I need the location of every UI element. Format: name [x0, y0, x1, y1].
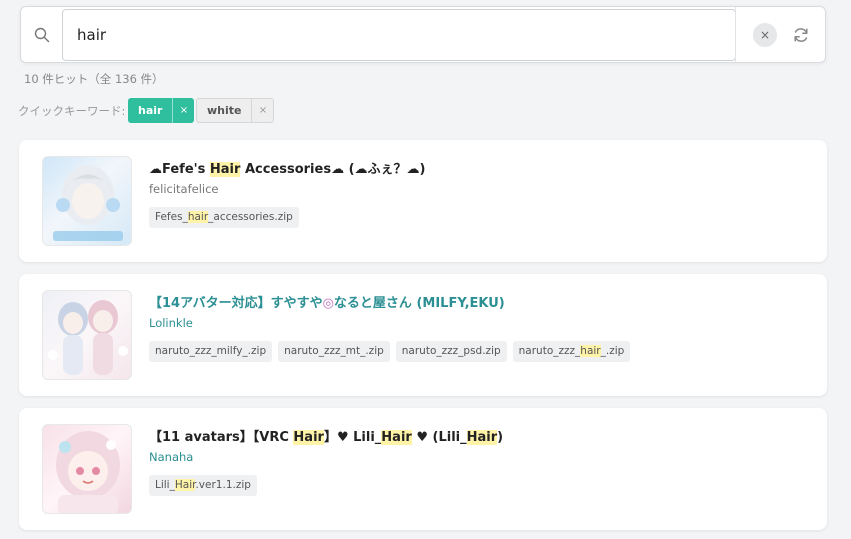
remove-tag-icon[interactable]: × [251, 99, 273, 122]
result-author[interactable]: felicitafelice [149, 182, 219, 196]
title-text: ♥ (Lili_ [411, 430, 467, 445]
result-title[interactable]: ☁Fefe's Hair Accessories☁ (☁ふぇ？☁) [149, 158, 425, 177]
file-chip[interactable]: Fefes_hair_accessories.zip [149, 207, 299, 228]
file-chip[interactable]: naruto_zzz_mt_.zip [278, 341, 390, 362]
file-chip[interactable]: naruto_zzz_milfy_.zip [149, 341, 273, 362]
file-text: Fefes_ [155, 211, 188, 223]
title-highlight: Hair [466, 430, 498, 445]
close-icon: × [759, 28, 771, 42]
refresh-icon [794, 28, 808, 42]
file-text: naruto_zzz_psd.zip [401, 345, 501, 357]
keyword-tag-white[interactable]: white × [196, 98, 275, 123]
title-text: Accessories☁ (☁ふぇ？☁) [240, 162, 426, 177]
title-highlight: Hair [209, 162, 241, 177]
keyword-tag-label: white [207, 104, 242, 117]
keyword-tag-label: hair [138, 104, 163, 117]
title-text: ☁Fefe's [149, 162, 210, 177]
result-thumbnail [42, 156, 132, 246]
file-chip[interactable]: naruto_zzz_psd.zip [395, 341, 507, 362]
file-chip[interactable]: naruto_zzz_hair_.zip [512, 341, 631, 362]
file-chip[interactable]: Lili_Hair.ver1.1.zip [149, 475, 257, 496]
title-emoji: ◎ [322, 296, 334, 311]
file-text: naruto_zzz_mt_.zip [284, 345, 384, 357]
result-thumbnail [42, 290, 132, 380]
file-text: naruto_zzz_milfy_.zip [155, 345, 267, 357]
result-title[interactable]: 【14アバター対応】すやすや◎なると屋さん (MILFY,EKU) [149, 292, 505, 311]
result-thumbnail [42, 424, 132, 514]
search-divider [735, 7, 736, 62]
clear-search-button[interactable]: × [753, 23, 777, 47]
file-list: naruto_zzz_milfy_.zip naruto_zzz_mt_.zip… [149, 341, 631, 362]
search-header: × 10 件ヒット（全 136 件） クイックキーワード: hair × whi… [0, 0, 851, 128]
file-highlight: hair [187, 211, 209, 223]
file-text: Lili_ [155, 479, 175, 491]
result-author[interactable]: Nanaha [149, 450, 193, 464]
file-text: naruto_zzz_ [518, 345, 581, 357]
search-bar: × [20, 6, 826, 63]
refresh-button[interactable] [787, 21, 815, 49]
title-highlight: Hair [293, 430, 324, 445]
result-card[interactable]: ☁Fefe's Hair Accessories☁ (☁ふぇ？☁) felici… [19, 140, 827, 262]
file-text: _accessories.zip [208, 211, 293, 223]
search-input[interactable] [62, 9, 736, 61]
result-author[interactable]: Lolinkle [149, 316, 193, 330]
file-list: Lili_Hair.ver1.1.zip [149, 475, 257, 496]
title-text: 】♥ Lili_ [323, 430, 382, 445]
remove-tag-icon[interactable]: × [172, 98, 194, 123]
quick-keyword-label: クイックキーワード: [18, 104, 126, 118]
result-title[interactable]: 【11 avatars】【VRC Hair】♥ Lili_Hair ♥ (Lil… [149, 426, 503, 445]
file-text: .ver1.1.zip [195, 479, 251, 491]
file-highlight: Hair [174, 479, 196, 491]
title-text: ) [497, 430, 504, 445]
result-card[interactable]: 【14アバター対応】すやすや◎なると屋さん (MILFY,EKU) Lolink… [19, 274, 827, 396]
title-text: 【14アバター対応】すやすや [149, 296, 323, 311]
hit-count: 10 件ヒット（全 136 件） [24, 72, 164, 86]
file-list: Fefes_hair_accessories.zip [149, 207, 299, 228]
title-text: 【11 avatars】【VRC [149, 430, 294, 445]
result-card[interactable]: 【11 avatars】【VRC Hair】♥ Lili_Hair ♥ (Lil… [19, 408, 827, 530]
keyword-tag-hair[interactable]: hair × [128, 98, 195, 123]
file-text: _.zip [600, 345, 625, 357]
file-highlight: hair [580, 345, 601, 357]
title-text: なると屋さん (MILFY,EKU) [333, 296, 505, 311]
title-highlight: Hair [381, 430, 412, 445]
search-icon [21, 7, 63, 62]
